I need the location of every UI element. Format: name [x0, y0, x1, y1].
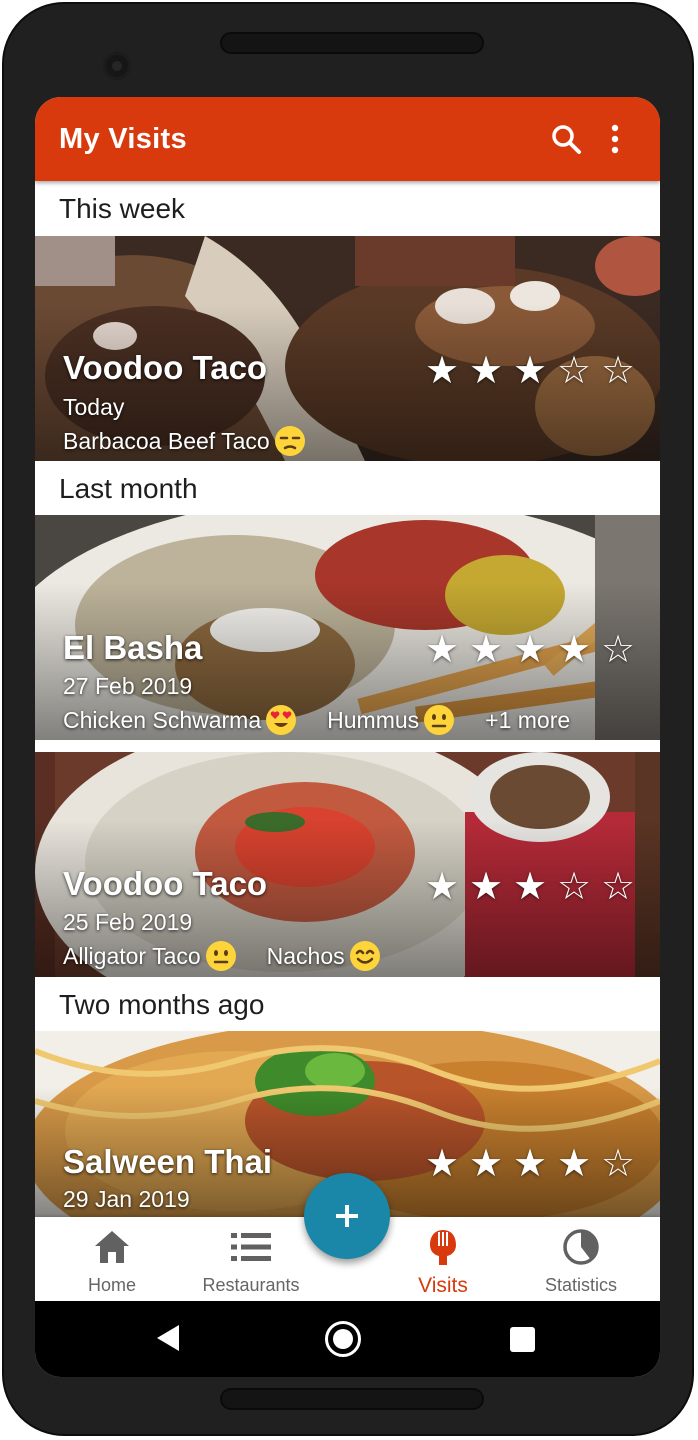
star-filled-icon: ★: [424, 350, 460, 392]
more-vert-icon[interactable]: [603, 123, 627, 155]
visit-date: Today: [63, 394, 125, 420]
nav-label: Restaurants: [202, 1275, 300, 1295]
restaurant-name: Voodoo Taco: [63, 349, 268, 386]
star-filled-icon: ★: [468, 350, 504, 392]
nav-label: Home: [87, 1275, 136, 1295]
dish-item: Chicken Schwarma: [63, 704, 297, 736]
visit-card[interactable]: El Basha 27 Feb 2019 Chicken Schwarma Hu…: [35, 515, 660, 740]
dish-list: Barbacoa Beef Taco: [63, 423, 336, 459]
nav-item-visits[interactable]: Visits: [403, 1217, 483, 1301]
neutral-face-icon: [205, 941, 236, 971]
front-camera: [103, 52, 131, 80]
nav-label: Statistics: [544, 1275, 618, 1295]
star-filled-icon: ★: [512, 866, 548, 908]
nav-item-home[interactable]: Home: [72, 1217, 152, 1301]
star-filled-icon: ★: [512, 350, 548, 392]
dish-item: Barbacoa Beef Taco: [63, 425, 306, 457]
dish-item: Nachos: [267, 940, 381, 972]
screen: My Visits This week Voodoo Taco Today Ba…: [35, 97, 660, 1377]
pie-chart-icon: [563, 1229, 599, 1265]
section-title: Two months ago: [59, 989, 265, 1020]
section-header: Two months ago: [35, 977, 660, 1031]
dish-name: Chicken Schwarma: [63, 706, 262, 733]
nav-item-restaurants[interactable]: Restaurants: [195, 1217, 307, 1301]
system-navigation-bar: [35, 1301, 660, 1377]
star-outline-icon: ☆: [556, 866, 592, 908]
star-filled-icon: ★: [468, 629, 504, 671]
utensils-icon: [430, 1230, 456, 1265]
star-rating: ★ ★ ★ ☆ ☆: [420, 867, 640, 907]
section-title: This week: [59, 193, 186, 224]
nav-item-statistics[interactable]: Statistics: [531, 1217, 631, 1301]
star-outline-icon: ☆: [600, 866, 636, 908]
visit-date: 29 Jan 2019: [63, 1186, 190, 1212]
unamused-face-icon: [274, 426, 305, 456]
restaurant-name: Voodoo Taco: [63, 865, 268, 902]
star-rating: ★ ★ ★ ★ ☆: [420, 630, 640, 670]
star-filled-icon: ★: [556, 629, 592, 671]
bottom-speaker: [220, 1388, 484, 1410]
star-filled-icon: ★: [424, 1143, 460, 1185]
visit-date: 27 Feb 2019: [63, 673, 193, 699]
star-filled-icon: ★: [512, 1143, 548, 1185]
more-dishes-label: +1 more: [485, 706, 571, 733]
star-filled-icon: ★: [424, 866, 460, 908]
visit-card[interactable]: Voodoo Taco Today Barbacoa Beef Taco ★ ★…: [35, 236, 660, 461]
nav-label: Visits: [418, 1274, 468, 1297]
search-icon[interactable]: [550, 123, 582, 155]
restaurant-name: El Basha: [63, 629, 203, 666]
dish-list: Chicken Schwarma Hummus +1 more: [63, 702, 570, 738]
restaurant-name: Salween Thai: [63, 1143, 273, 1180]
section-title: Last month: [59, 473, 198, 504]
star-filled-icon: ★: [556, 1143, 592, 1185]
star-outline-icon: ☆: [600, 350, 636, 392]
list-icon: [231, 1233, 271, 1261]
star-outline-icon: ☆: [600, 629, 636, 671]
add-icon: [336, 1205, 358, 1227]
app-bar: My Visits: [35, 97, 660, 181]
star-outline-icon: ☆: [556, 350, 592, 392]
dish-item: Alligator Taco: [63, 940, 237, 972]
star-filled-icon: ★: [424, 629, 460, 671]
recents-icon[interactable]: [510, 1327, 535, 1352]
back-icon[interactable]: [155, 1323, 181, 1353]
section-header: Last month: [35, 461, 660, 515]
dish-list: Alligator Taco Nachos: [63, 938, 411, 974]
add-visit-button[interactable]: [304, 1173, 390, 1259]
visit-card[interactable]: Voodoo Taco 25 Feb 2019 Alligator Taco N…: [35, 752, 660, 977]
star-outline-icon: ☆: [600, 1143, 636, 1185]
dish-name: Alligator Taco: [63, 942, 201, 969]
star-filled-icon: ★: [512, 629, 548, 671]
smiling-face-icon: [349, 941, 380, 971]
heart-eyes-face-icon: [266, 705, 297, 735]
dish-name: Barbacoa Beef Taco: [63, 427, 270, 454]
dish-item: Hummus: [327, 704, 455, 736]
star-rating: ★ ★ ★ ★ ☆: [420, 1144, 640, 1184]
neutral-face-icon: [424, 705, 455, 735]
home-circle-icon[interactable]: [325, 1321, 361, 1357]
page-title: My Visits: [59, 123, 187, 155]
earpiece-speaker: [220, 32, 484, 54]
visit-date: 25 Feb 2019: [63, 909, 193, 935]
home-icon: [95, 1231, 129, 1263]
section-header: This week: [35, 181, 660, 235]
dish-name: Nachos: [266, 942, 345, 969]
star-rating: ★ ★ ★ ☆ ☆: [420, 351, 640, 391]
star-filled-icon: ★: [468, 866, 504, 908]
dish-name: Hummus: [327, 706, 420, 733]
star-filled-icon: ★: [468, 1143, 504, 1185]
